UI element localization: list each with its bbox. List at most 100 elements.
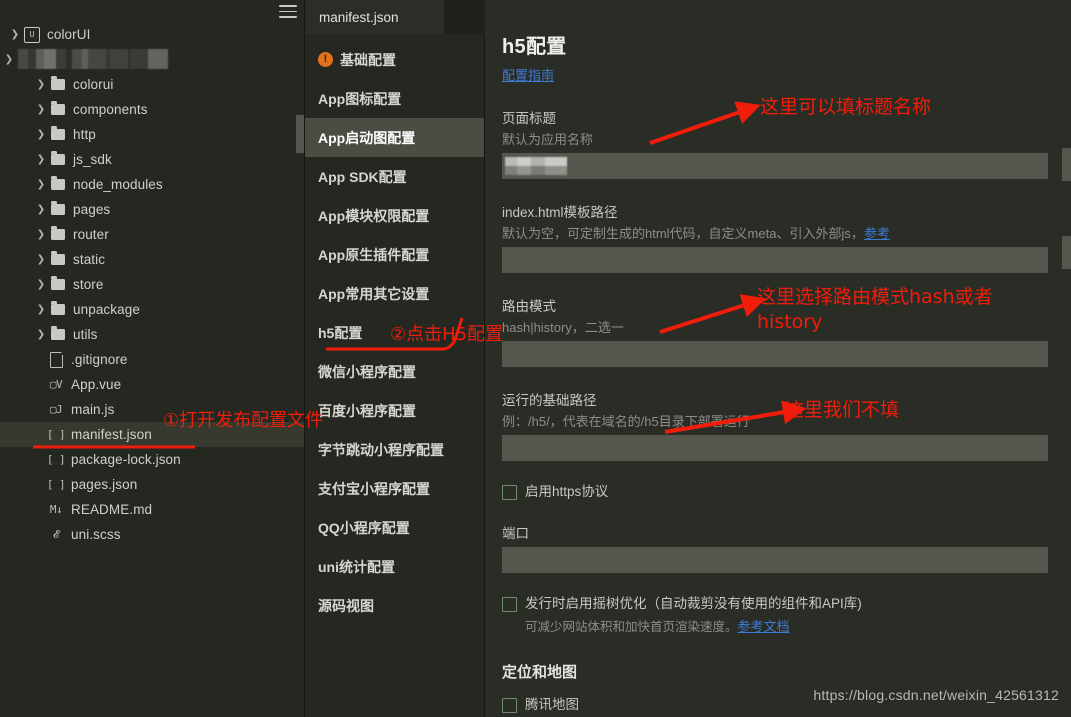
reference-doc-link[interactable]: 参考文档 [738, 619, 790, 634]
chevron-right-icon[interactable]: ❯ [34, 247, 48, 272]
tree-item-folder[interactable]: ❯ pages [0, 197, 305, 222]
nav-item-app-icon-config[interactable]: App图标配置 [305, 79, 485, 118]
folder-icon [48, 251, 68, 265]
field-port: 端口 [502, 522, 1071, 573]
nav-item-h5-config[interactable]: h5配置 [305, 313, 485, 352]
chevron-right-icon[interactable]: ❯ [34, 172, 48, 197]
chevron-right-icon[interactable]: ❯ [34, 72, 48, 97]
hbuilderx-window: ❯ U colorUI ❯ ❯ colorui ❯ components ❯ h… [0, 0, 1071, 717]
nav-item-weixin-miniprogram-config[interactable]: 微信小程序配置 [305, 352, 485, 391]
manifest-nav-panel: manifest.json ! 基础配置 App图标配置 App启动图配置 Ap… [305, 0, 485, 717]
tree-item-label: unpackage [73, 302, 140, 317]
chevron-right-icon[interactable]: ❯ [34, 122, 48, 147]
main-scrollbar-thumb-upper[interactable] [1062, 148, 1071, 181]
nav-item-label: App启动图配置 [318, 129, 416, 146]
tree-item-folder[interactable]: ❯ node_modules [0, 172, 305, 197]
tree-item-file-manifest-json[interactable]: [ ] manifest.json [0, 422, 305, 447]
tree-item-label: components [73, 102, 148, 117]
port-input[interactable] [502, 547, 1048, 573]
tree-item-label: package-lock.json [71, 452, 181, 467]
tree-item-label: main.js [71, 402, 115, 417]
field-router-mode: 路由模式 hash|history，二选一 [502, 295, 1071, 367]
treeshaking-checkbox[interactable] [502, 597, 517, 612]
field-page-title: 页面标题 默认为应用名称 [502, 107, 1071, 179]
chevron-right-icon[interactable]: ❯ [34, 97, 48, 122]
nav-item-source-view[interactable]: 源码视图 [305, 586, 485, 625]
tree-item-folder[interactable]: ❯ http [0, 122, 305, 147]
tree-item-folder[interactable]: ❯ unpackage [0, 297, 305, 322]
tree-item-project-root[interactable]: ❯ U colorUI [0, 22, 305, 47]
folder-icon [48, 101, 68, 115]
reference-link[interactable]: 参考 [864, 226, 890, 241]
nav-item-qq-miniprogram-config[interactable]: QQ小程序配置 [305, 508, 485, 547]
tree-item-folder[interactable]: ❯ router [0, 222, 305, 247]
nav-item-app-native-plugin-config[interactable]: App原生插件配置 [305, 235, 485, 274]
nav-item-label: 百度小程序配置 [318, 402, 416, 419]
nav-item-bytedance-miniprogram-config[interactable]: 字节跳动小程序配置 [305, 430, 485, 469]
nav-item-label: App原生插件配置 [318, 246, 430, 263]
tree-item-folder[interactable]: ❯ utils [0, 322, 305, 347]
chevron-right-icon[interactable]: ❯ [34, 272, 48, 297]
tree-item-label: .gitignore [71, 352, 128, 367]
field-hint: hash|history，二选一 [502, 320, 624, 335]
blurred-text-overlay [505, 157, 567, 175]
chevron-right-icon[interactable]: ❯ [34, 297, 48, 322]
chevron-right-icon[interactable]: ❯ [34, 222, 48, 247]
config-guide-link[interactable]: 配置指南 [502, 65, 554, 84]
folder-icon [48, 176, 68, 190]
nav-item-uni-statistics-config[interactable]: uni统计配置 [305, 547, 485, 586]
chevron-right-icon[interactable]: ❯ [34, 147, 48, 172]
router-mode-input[interactable] [502, 341, 1048, 367]
tree-item-file-uni-scss[interactable]: 𝓔 uni.scss [0, 522, 305, 547]
index-html-template-path-input[interactable] [502, 247, 1048, 273]
tree-item-file-readme-md[interactable]: M↓ README.md [0, 497, 305, 522]
tab-manifest-json[interactable]: manifest.json [305, 0, 444, 34]
nav-item-baidu-miniprogram-config[interactable]: 百度小程序配置 [305, 391, 485, 430]
tree-item-label: colorui [73, 77, 114, 92]
page-title-input[interactable] [502, 153, 1048, 179]
nav-item-app-sdk-config[interactable]: App SDK配置 [305, 157, 485, 196]
checkbox-row-https[interactable]: 启用https协议 [502, 483, 1071, 500]
tree-item-file-package-lock-json[interactable]: [ ] package-lock.json [0, 447, 305, 472]
tree-item-folder[interactable]: ❯ js_sdk [0, 147, 305, 172]
field-hint-text: 默认为空，可定制生成的html代码，自定义meta、引入外部js， [502, 226, 864, 241]
watermark: https://blog.csdn.net/weixin_42561312 [813, 687, 1059, 703]
folder-icon [48, 226, 68, 240]
chevron-right-icon[interactable]: ❯ [8, 22, 22, 47]
folder-icon [48, 76, 68, 90]
chevron-right-icon[interactable]: ❯ [34, 197, 48, 222]
menu-icon[interactable] [279, 5, 297, 18]
https-checkbox[interactable] [502, 485, 517, 500]
nav-item-alipay-miniprogram-config[interactable]: 支付宝小程序配置 [305, 469, 485, 508]
json-file-icon: [ ] [46, 428, 66, 441]
tree-item-label: router [73, 227, 109, 242]
tencent-map-checkbox[interactable] [502, 698, 517, 713]
tree-item-label: store [73, 277, 104, 292]
nav-item-label: 源码视图 [318, 597, 374, 614]
nav-item-app-module-permission-config[interactable]: App模块权限配置 [305, 196, 485, 235]
tree-item-folder[interactable]: ❯ components [0, 97, 305, 122]
tree-item-folder[interactable]: ❯ static [0, 247, 305, 272]
main-scrollbar-thumb-lower[interactable] [1062, 236, 1071, 269]
chevron-right-icon[interactable]: ❯ [2, 47, 16, 72]
tree-item-label: http [73, 127, 96, 142]
tree-item-file-main-js[interactable]: ▢J main.js [0, 397, 305, 422]
tree-item-folder[interactable]: ❯ colorui [0, 72, 305, 97]
tree-item-file-gitignore[interactable]: .gitignore [0, 347, 305, 372]
tree-item-censored[interactable]: ❯ [0, 47, 305, 72]
warning-icon: ! [318, 52, 333, 67]
tree-item-file-app-vue[interactable]: ▢V App.vue [0, 372, 305, 397]
checkbox-row-treeshaking[interactable]: 发行时启用摇树优化（自动裁剪没有使用的组件和API库) 可减少网站体积和加快首页… [502, 595, 1071, 635]
field-label: 路由模式 [502, 299, 556, 314]
checkbox-sublabel: 可减少网站体积和加快首页渲染速度。参考文档 [525, 616, 862, 635]
tree-item-folder[interactable]: ❯ store [0, 272, 305, 297]
chevron-right-icon[interactable]: ❯ [34, 322, 48, 347]
nav-item-label: 基础配置 [340, 51, 396, 68]
tree-item-label: README.md [71, 502, 153, 517]
nav-item-label: QQ小程序配置 [318, 519, 410, 536]
nav-item-app-other-settings[interactable]: App常用其它设置 [305, 274, 485, 313]
base-path-input[interactable] [502, 435, 1048, 461]
tree-item-file-pages-json[interactable]: [ ] pages.json [0, 472, 305, 497]
nav-item-basic-config[interactable]: ! 基础配置 [305, 40, 485, 79]
nav-item-app-splash-config[interactable]: App启动图配置 [305, 118, 485, 157]
